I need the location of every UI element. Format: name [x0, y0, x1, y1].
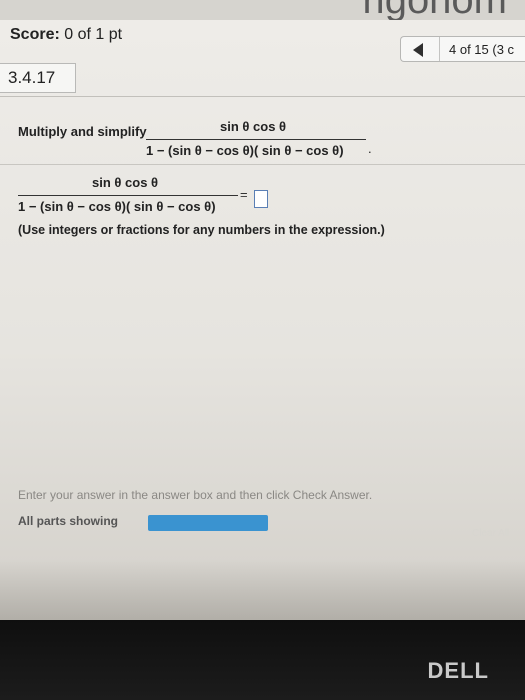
parts-progress-bar — [148, 515, 268, 531]
clear-all-button[interactable]: Clear All — [472, 528, 509, 539]
window-title: rigonom — [362, 0, 507, 20]
score-display: Score: 0 of 1 pt — [10, 26, 122, 44]
previous-question-icon[interactable] — [413, 43, 423, 57]
answer-hint: (Use integers or fractions for any numbe… — [18, 223, 385, 237]
problem-fraction-bar — [146, 139, 366, 140]
answer-input[interactable] — [254, 190, 268, 208]
divider — [0, 96, 525, 97]
answer-denominator: 1 − (sin θ − cos θ)( sin θ − cos θ) — [18, 199, 216, 214]
problem-denominator: 1 − (sin θ − cos θ)( sin θ − cos θ) — [146, 143, 344, 158]
answer-numerator: sin θ cos θ — [92, 175, 159, 190]
parts-progress-fill — [148, 515, 268, 531]
problem-prompt: Multiply and simplify — [18, 124, 147, 139]
equals-sign: = — [240, 187, 248, 202]
score-label: Score: — [10, 26, 60, 43]
answer-fraction-bar — [18, 195, 238, 196]
nav-divider — [439, 37, 440, 61]
window-title-partial: rigonom — [0, 0, 525, 20]
score-value: 0 of 1 pt — [64, 26, 123, 43]
section-id: 3.4.17 — [8, 68, 56, 87]
problem-period: . — [368, 141, 372, 156]
footer-instruction: Enter your answer in the answer box and … — [18, 488, 373, 502]
screen-bottom-shade — [0, 560, 525, 620]
problem-numerator: sin θ cos θ — [220, 119, 287, 134]
parts-showing-label: All parts showing — [18, 514, 119, 528]
question-position[interactable]: 4 of 15 (3 c — [449, 42, 514, 57]
section-id-tab: 3.4.17 — [0, 63, 76, 93]
question-navigator: 4 of 15 (3 c — [400, 36, 525, 62]
brand-logo: DELL — [427, 658, 489, 683]
divider — [0, 164, 525, 165]
